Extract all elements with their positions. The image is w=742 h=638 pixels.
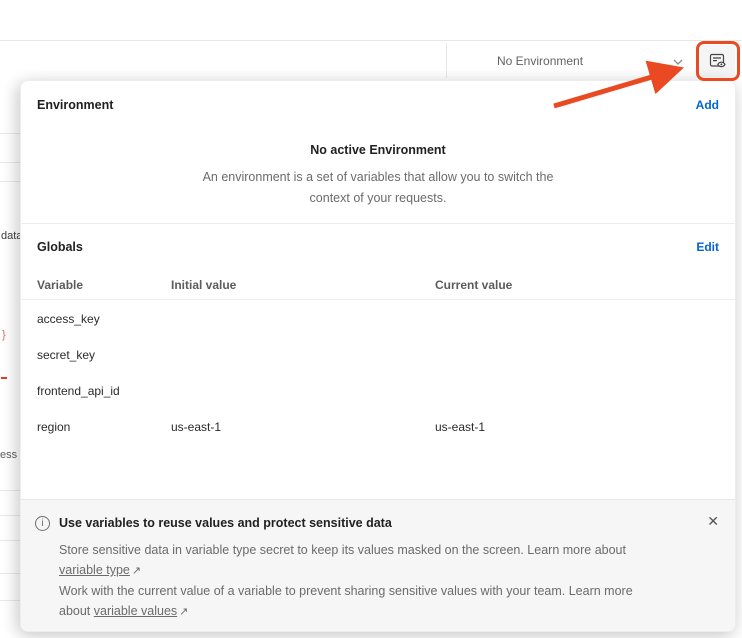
column-header-variable: Variable [21, 278, 171, 292]
background-divider [0, 573, 20, 574]
variable-type-link[interactable]: variable type [59, 563, 130, 577]
environment-selector[interactable]: No Environment [451, 41, 691, 80]
variable-initial-value: us-east-1 [171, 420, 435, 434]
empty-state-description: An environment is a set of variables tha… [21, 167, 735, 209]
external-link-icon: ↗ [132, 561, 141, 581]
background-text-fragment: ess [0, 449, 20, 461]
background-divider [0, 600, 20, 601]
variable-values-link[interactable]: variable values [94, 604, 177, 618]
variable-name: region [21, 420, 171, 434]
background-divider [0, 490, 20, 491]
globals-table-header: Variable Initial value Current value [21, 270, 735, 299]
variable-name: frontend_api_id [21, 384, 171, 398]
variable-current-value: us-east-1 [435, 420, 735, 434]
background-divider [0, 515, 20, 516]
variable-name: secret_key [21, 348, 171, 362]
info-banner-body: Store sensitive data in variable type se… [59, 540, 659, 622]
background-error-mark [1, 377, 7, 379]
table-row[interactable]: region us-east-1 us-east-1 [21, 409, 735, 445]
environment-quick-look-icon[interactable] [701, 45, 735, 77]
external-link-icon: ↗ [179, 602, 188, 622]
variables-info-banner: i Use variables to reuse values and prot… [21, 499, 735, 632]
empty-state-title: No active Environment [21, 143, 735, 157]
edit-globals-link[interactable]: Edit [696, 240, 719, 254]
table-row[interactable]: access_key [21, 301, 735, 337]
background-divider [0, 540, 20, 541]
empty-environment-state: No active Environment An environment is … [21, 143, 735, 209]
table-row[interactable]: secret_key [21, 337, 735, 373]
info-circle-icon: i [35, 516, 50, 531]
environment-bar: No Environment [0, 41, 742, 80]
column-header-current-value: Current value [435, 278, 735, 292]
info-banner-title: Use variables to reuse values and protec… [59, 516, 392, 530]
background-brace-fragment: } [2, 329, 22, 341]
column-header-initial-value: Initial value [171, 278, 435, 292]
background-divider [0, 181, 20, 182]
environment-selector-value: No Environment [497, 54, 583, 68]
table-header-divider [21, 299, 735, 300]
environment-panel: Environment Add No active Environment An… [20, 80, 736, 632]
globals-header: Globals Edit [21, 223, 735, 270]
background-text-fragment: data [1, 230, 21, 242]
background-divider [0, 133, 20, 134]
globals-section-title: Globals [37, 240, 83, 254]
environment-section-title: Environment [37, 98, 113, 112]
panel-header: Environment Add [21, 81, 735, 129]
chevron-down-icon [673, 53, 683, 68]
add-environment-link[interactable]: Add [696, 98, 719, 112]
toolbar-divider [446, 43, 447, 78]
background-divider [0, 162, 20, 163]
variable-name: access_key [21, 312, 171, 326]
top-bar [0, 0, 742, 41]
close-icon[interactable]: ✕ [707, 513, 719, 530]
table-row[interactable]: frontend_api_id [21, 373, 735, 409]
globals-table: access_key secret_key frontend_api_id re… [21, 301, 735, 445]
